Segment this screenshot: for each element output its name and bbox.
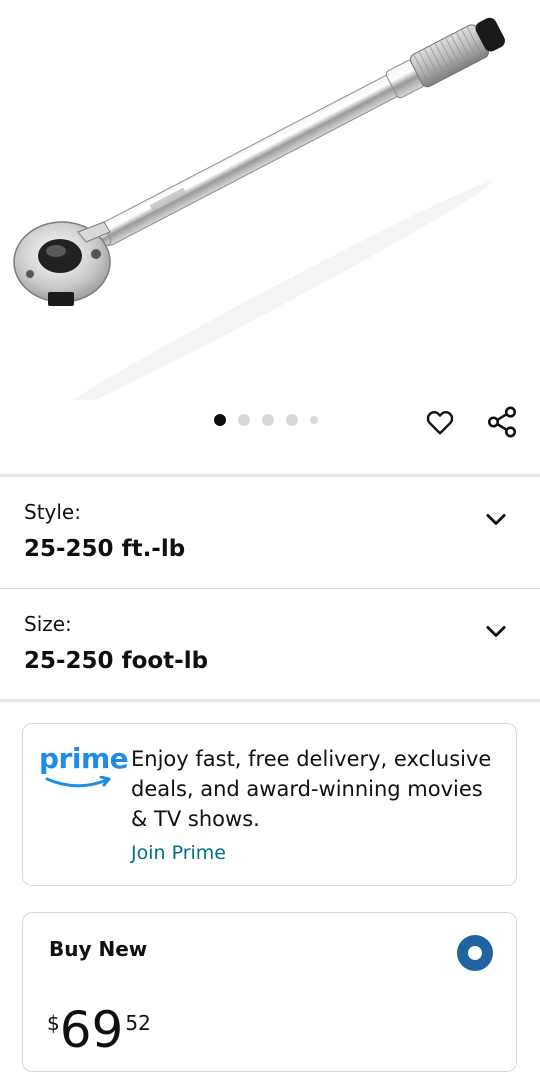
- price: $ 69 52: [47, 1005, 151, 1055]
- section-divider: [0, 699, 540, 702]
- radio-selected-dot: [468, 946, 482, 960]
- variation-style-selector[interactable]: Style: 25-250 ft.-lb: [0, 478, 540, 586]
- carousel-dot[interactable]: [286, 414, 298, 426]
- variation-label: Size:: [24, 612, 72, 636]
- heart-icon: [426, 410, 454, 435]
- buy-option-radio[interactable]: [457, 935, 493, 971]
- carousel-dot[interactable]: [310, 416, 318, 424]
- prime-promo-card: prime Enjoy fast, free delivery, exclusi…: [22, 723, 517, 886]
- carousel-dot[interactable]: [262, 414, 274, 426]
- section-divider: [0, 588, 540, 589]
- carousel-dots[interactable]: [214, 414, 318, 426]
- carousel-dot[interactable]: [214, 414, 226, 426]
- variation-label: Style:: [24, 500, 81, 524]
- variation-value: 25-250 foot-lb: [24, 648, 209, 674]
- image-carousel-controls: [0, 398, 540, 446]
- product-image[interactable]: [0, 0, 540, 400]
- prime-logo-text: prime: [39, 742, 129, 775]
- prime-logo: prime: [39, 742, 129, 796]
- section-divider: [0, 474, 540, 477]
- price-symbol: $: [47, 1011, 60, 1035]
- share-button[interactable]: [482, 402, 522, 442]
- share-icon: [487, 406, 517, 438]
- variation-value: 25-250 ft.-lb: [24, 536, 186, 562]
- variation-size-selector[interactable]: Size: 25-250 foot-lb: [0, 590, 540, 698]
- chevron-down-icon: [486, 513, 506, 525]
- buy-new-option[interactable]: Buy New $ 69 52: [22, 912, 517, 1072]
- favorite-button[interactable]: [420, 402, 460, 442]
- carousel-dot[interactable]: [238, 414, 250, 426]
- chevron-down-icon: [486, 625, 506, 637]
- join-prime-link[interactable]: Join Prime: [131, 842, 226, 864]
- price-whole: 69: [59, 1001, 124, 1059]
- price-fraction: 52: [125, 1011, 151, 1035]
- prime-smile-icon: [45, 776, 111, 788]
- buy-option-title: Buy New: [49, 937, 148, 961]
- prime-message: Enjoy fast, free delivery, exclusive dea…: [131, 747, 492, 831]
